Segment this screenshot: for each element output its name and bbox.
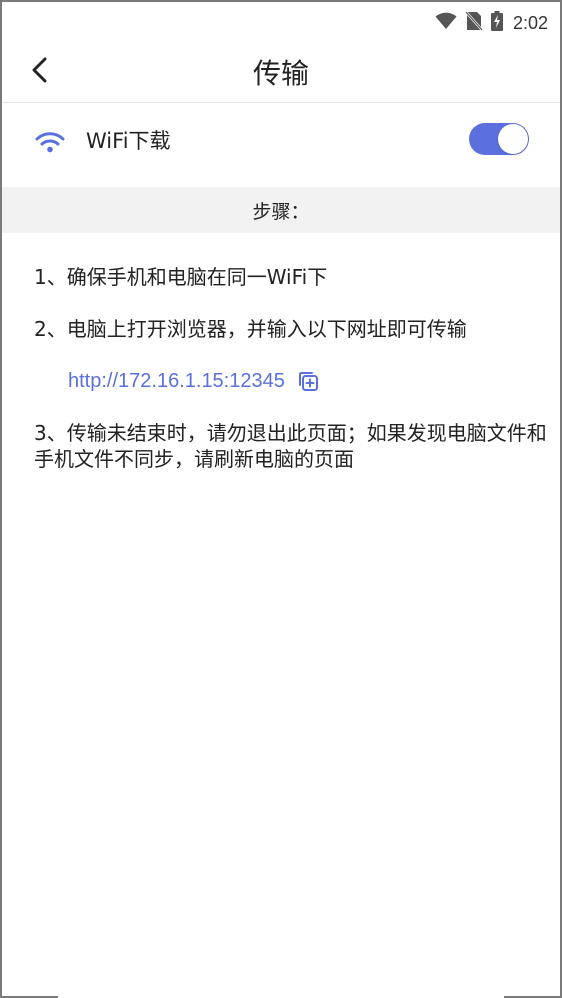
- transfer-url-link[interactable]: http://172.16.1.15:12345: [68, 370, 285, 393]
- wifi-download-label: WiFi下载: [86, 129, 171, 153]
- steps-header: 步骤：: [2, 187, 560, 233]
- bottom-nav-strip: [58, 992, 504, 998]
- wifi-signal-icon: [435, 12, 457, 34]
- status-bar: 2:02: [2, 2, 560, 42]
- status-time: 2:02: [512, 12, 548, 33]
- status-icons: 2:02: [435, 11, 548, 35]
- wifi-download-row: WiFi下载: [2, 103, 560, 187]
- step-item-1: 1、确保手机和电脑在同一WiFi下: [34, 265, 328, 289]
- wifi-download-toggle[interactable]: [469, 123, 529, 155]
- toggle-knob: [498, 124, 528, 154]
- step-item-2: 2、电脑上打开浏览器，并输入以下网址即可传输: [34, 317, 467, 341]
- battery-charging-icon: [490, 11, 503, 35]
- copy-icon[interactable]: [297, 370, 319, 392]
- wifi-icon: [34, 127, 66, 159]
- no-sim-icon: [465, 11, 483, 35]
- transfer-url-row: http://172.16.1.15:12345: [68, 366, 319, 396]
- page-title: 传输: [252, 57, 309, 90]
- step-item-3: 3、传输未结束时，请勿退出此页面；如果发现电脑文件和手机文件不同步，请刷新电脑的…: [34, 421, 547, 471]
- title-bar: 传输: [2, 42, 560, 103]
